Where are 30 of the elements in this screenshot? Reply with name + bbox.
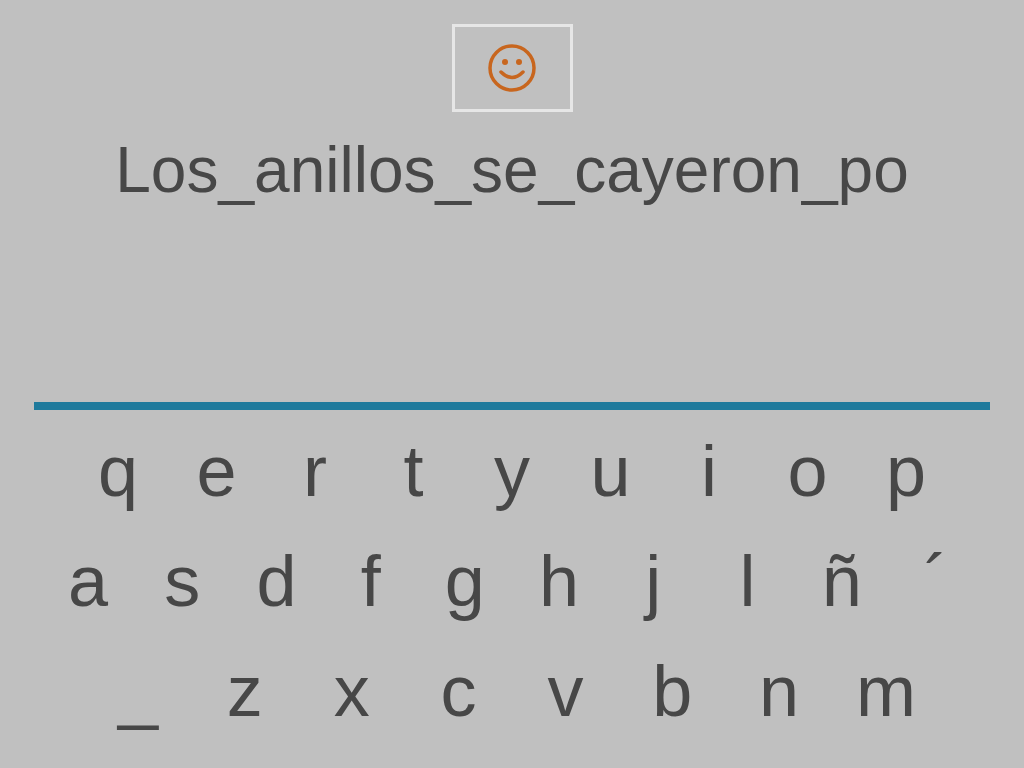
hint-button[interactable] — [451, 24, 573, 112]
letter-key[interactable]: v — [535, 650, 596, 732]
letter-key[interactable]: ñ — [811, 540, 872, 622]
letter-key[interactable]: o — [777, 430, 838, 512]
letter-key[interactable]: s — [152, 540, 213, 622]
letter-key[interactable]: r — [285, 430, 345, 512]
letter-key[interactable]: h — [529, 540, 590, 622]
letter-key[interactable]: p — [876, 430, 936, 512]
letter-key[interactable]: q — [88, 430, 148, 512]
letter-key[interactable]: z — [214, 650, 275, 732]
letter-key[interactable]: d — [246, 540, 307, 622]
phrase-text: Los_anillos_se_cayeron_po — [115, 134, 909, 206]
letter-key[interactable]: f — [340, 540, 401, 622]
letter-key[interactable]: a — [58, 540, 118, 622]
letter-key[interactable]: i — [679, 430, 739, 512]
letter-key[interactable]: y — [482, 430, 542, 512]
letter-key[interactable]: m — [855, 650, 916, 732]
letter-key[interactable]: t — [383, 430, 444, 512]
smiley-icon — [487, 43, 537, 93]
letter-key[interactable]: e — [186, 430, 247, 512]
letter-key[interactable]: c — [428, 650, 489, 732]
letter-key[interactable]: u — [580, 430, 641, 512]
letter-key[interactable]: b — [642, 650, 703, 732]
letter-key[interactable]: l — [717, 540, 778, 622]
letter-key[interactable]: g — [434, 540, 495, 622]
letter-key[interactable]: _ — [108, 650, 168, 732]
letter-key[interactable]: x — [321, 650, 382, 732]
letter-key[interactable]: j — [623, 540, 684, 622]
letter-key[interactable]: ´ — [905, 540, 966, 622]
letter-key[interactable]: n — [749, 650, 810, 732]
